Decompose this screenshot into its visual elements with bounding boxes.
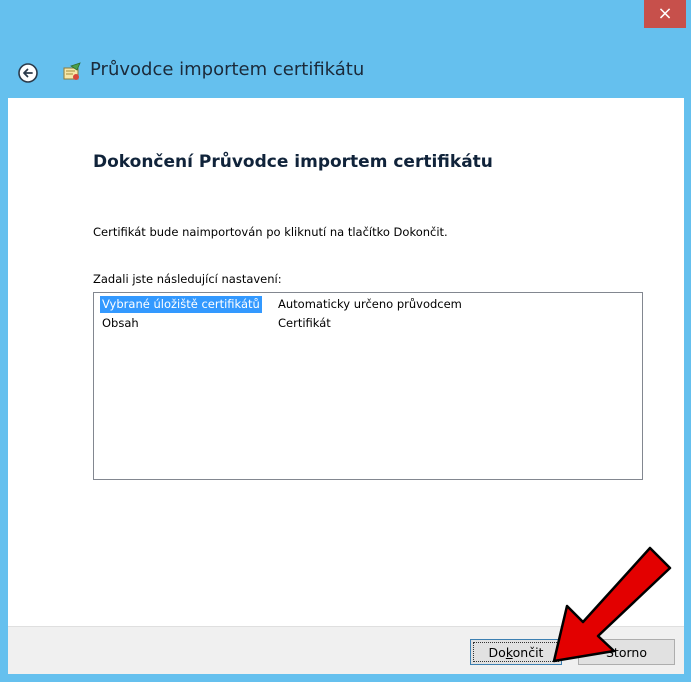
setting-name: Vybrané úložiště certifikátů [100,296,262,313]
cancel-button[interactable]: Storno [578,639,675,665]
back-arrow-icon [18,63,38,83]
close-button[interactable]: × [644,0,686,28]
finish-label-key: k [505,645,513,660]
finish-button[interactable]: Dokončit [470,639,562,665]
setting-value: Certifikát [278,316,331,330]
dialog-window: × Průvodce importem certifikátu Dokončen… [0,0,691,682]
certificate-wizard-icon [61,61,83,83]
close-icon: × [657,3,673,24]
title-bar [0,0,691,40]
settings-list[interactable]: Vybrané úložiště certifikátů Automaticky… [93,292,643,480]
finish-label-b: ončit [512,645,544,660]
setting-value: Automaticky určeno průvodcem [278,297,462,311]
info-text: Certifikát bude naimportován po kliknutí… [93,225,448,239]
finish-label-a: Do [488,645,506,660]
back-button[interactable] [17,62,39,84]
page-heading: Dokončení Průvodce importem certifikátu [93,152,493,172]
settings-label: Zadali jste následující nastavení: [93,272,282,286]
setting-name: Obsah [102,316,139,330]
wizard-title: Průvodce importem certifikátu [90,59,365,80]
